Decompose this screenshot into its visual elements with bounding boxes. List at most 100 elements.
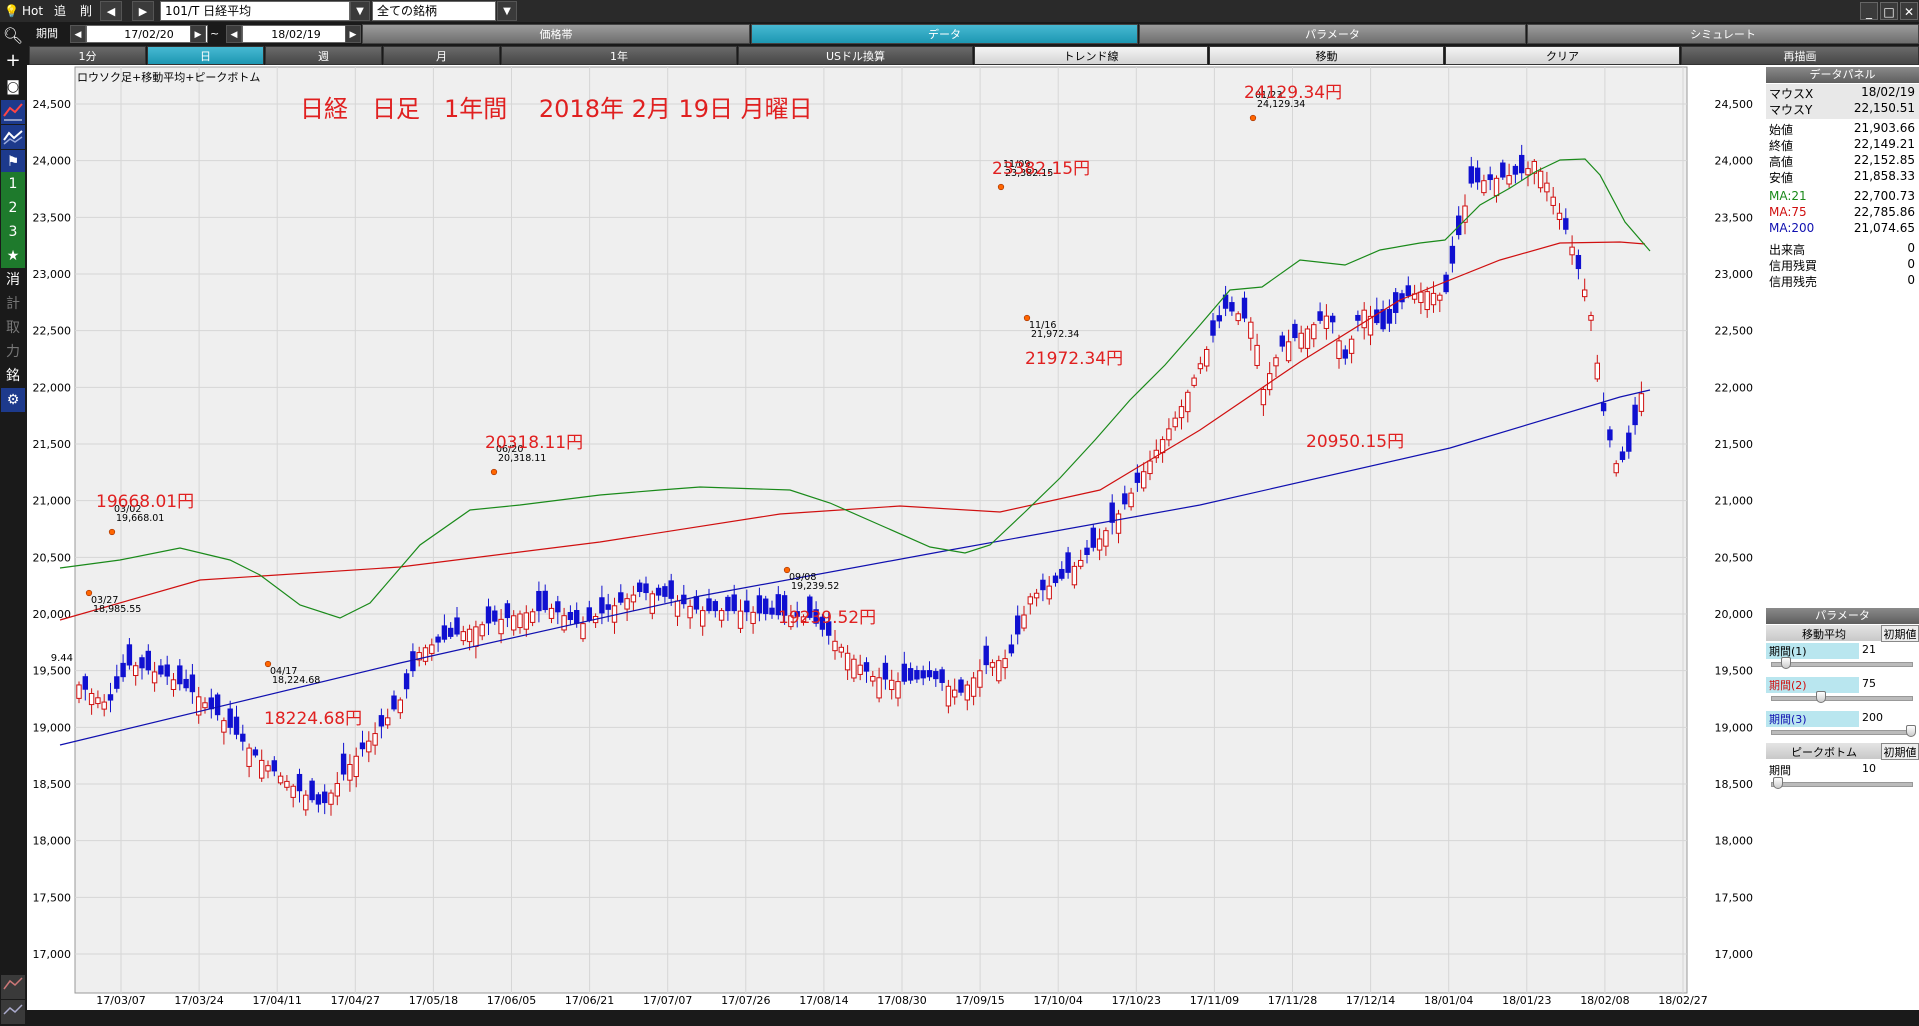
- usd-convert-button[interactable]: USドル換算: [738, 46, 973, 65]
- date-from-prev-icon[interactable]: ◀: [70, 25, 86, 43]
- date-from-next-icon[interactable]: ▶: [190, 25, 206, 43]
- preset-2-button[interactable]: 2: [1, 196, 25, 220]
- interval-1min-button[interactable]: 1分: [29, 46, 146, 65]
- star-icon[interactable]: ★: [1, 244, 25, 268]
- candle-body: [725, 596, 731, 612]
- tab-price-band[interactable]: 価格帯: [362, 24, 750, 44]
- trade-button[interactable]: 取: [1, 316, 25, 340]
- peak-period-track[interactable]: [1771, 782, 1913, 787]
- plus-icon[interactable]: +: [1, 49, 25, 73]
- next-symbol-button[interactable]: ▶: [132, 1, 154, 21]
- line-chart-icon[interactable]: [1, 100, 25, 124]
- date-to-next-icon[interactable]: ▶: [345, 25, 361, 43]
- candle-body: [1380, 309, 1386, 330]
- stock-button[interactable]: 銘: [1, 364, 25, 388]
- peak-marker: [108, 528, 116, 536]
- group-dropdown-icon[interactable]: ▼: [497, 1, 517, 21]
- candle-body: [240, 733, 246, 742]
- candle-body: [561, 615, 567, 631]
- ma-period-3-track[interactable]: [1771, 730, 1913, 735]
- close-icon[interactable]: ✕: [1900, 2, 1918, 20]
- ma-period-2-track[interactable]: [1771, 696, 1913, 701]
- input-button[interactable]: 力: [1, 340, 25, 364]
- x-tick-label: 17/04/11: [252, 994, 301, 1007]
- candle-body: [901, 663, 907, 682]
- candle-body: [599, 597, 605, 614]
- candle-body: [1449, 245, 1456, 264]
- minimize-icon[interactable]: _: [1860, 2, 1878, 20]
- flag-icon[interactable]: ⚑: [1, 150, 25, 174]
- candlestick-chart[interactable]: 24,500 24,500 24,000 24,000 23,500 23,500 23,0…: [27, 65, 1766, 1010]
- trendline-button[interactable]: トレンド線: [974, 46, 1208, 65]
- interval-day-button[interactable]: 日: [147, 46, 264, 65]
- preset-3-button[interactable]: 3: [1, 220, 25, 244]
- candle-body: [763, 598, 769, 615]
- x-tick-label: 18/02/08: [1580, 994, 1629, 1007]
- hot-button[interactable]: Hot: [22, 2, 43, 20]
- ma-period-1-value[interactable]: 21: [1862, 643, 1876, 656]
- prev-symbol-button[interactable]: ◀: [100, 1, 122, 21]
- chart-area[interactable]: 24,500 24,500 24,000 24,000 23,500 23,500 23,0…: [27, 65, 1766, 1010]
- peak-section-header: ピークボトム 初期値: [1766, 743, 1919, 760]
- x-tick-label: 17/07/07: [643, 994, 692, 1007]
- candle-body: [1115, 513, 1122, 534]
- candle-body: [504, 603, 511, 619]
- candle-body: [574, 610, 580, 624]
- ma-period-1-track[interactable]: [1771, 662, 1913, 667]
- candle-body: [227, 708, 233, 728]
- peak-period-value[interactable]: 10: [1862, 762, 1876, 775]
- peak-reset-button[interactable]: 初期値: [1881, 743, 1919, 760]
- symbol-select[interactable]: 101/T 日経平均: [160, 1, 350, 21]
- clear-button[interactable]: クリア: [1445, 46, 1680, 65]
- x-tick-label: 17/05/18: [409, 994, 458, 1007]
- preset-1-button[interactable]: 1: [1, 172, 25, 196]
- tab-data[interactable]: データ: [751, 24, 1138, 44]
- delete-button[interactable]: 削: [80, 2, 92, 20]
- x-tick-label: 18/02/27: [1658, 994, 1707, 1007]
- interval-month-button[interactable]: 月: [383, 46, 500, 65]
- erase-button[interactable]: 消: [1, 268, 25, 292]
- ma-period-1-slider[interactable]: [1781, 657, 1791, 669]
- candle-body: [1185, 391, 1191, 413]
- candle-body: [303, 794, 309, 811]
- date-to-input[interactable]: 18/02/19: [242, 25, 346, 43]
- redraw-button[interactable]: 再描画: [1681, 46, 1919, 65]
- ma-period-3-slider[interactable]: [1906, 725, 1916, 737]
- symbol-dropdown-icon[interactable]: ▼: [350, 1, 370, 21]
- maximize-icon[interactable]: □: [1880, 2, 1898, 20]
- ma-period-3-value[interactable]: 200: [1862, 711, 1883, 724]
- ma-period-2-value[interactable]: 75: [1862, 677, 1876, 690]
- candle-body: [718, 610, 725, 621]
- indicator-icon[interactable]: [1, 125, 25, 149]
- candle-body: [1582, 289, 1588, 298]
- date-to-prev-icon[interactable]: ◀: [226, 25, 242, 43]
- candle-body: [1279, 335, 1285, 347]
- candle-body: [177, 665, 183, 685]
- group-select[interactable]: 全ての銘柄: [372, 1, 496, 21]
- add-button[interactable]: 追: [54, 2, 66, 20]
- range-1year-button[interactable]: 1年: [501, 46, 737, 65]
- bulb-icon[interactable]: 💡: [4, 2, 19, 20]
- y-tick-label-left: 20,500: [33, 551, 72, 564]
- candle-body: [693, 596, 700, 610]
- tab-parameter[interactable]: パラメータ: [1139, 24, 1526, 44]
- ma-reset-button[interactable]: 初期値: [1881, 625, 1919, 642]
- candle-body: [1128, 492, 1134, 508]
- candle-body: [1613, 463, 1619, 474]
- chart-thumb-2-icon[interactable]: [1, 1000, 25, 1024]
- candle-body: [857, 664, 863, 675]
- search-icon[interactable]: 🔍︎: [1, 24, 25, 48]
- move-button[interactable]: 移動: [1209, 46, 1444, 65]
- tab-simulate[interactable]: シミュレート: [1527, 24, 1919, 44]
- chart-thumb-1-icon[interactable]: [1, 975, 25, 999]
- camera-icon[interactable]: ◙: [1, 75, 25, 99]
- candle-body: [1002, 658, 1008, 669]
- interval-week-button[interactable]: 週: [265, 46, 382, 65]
- candle-body: [863, 662, 870, 672]
- ma-period-2-slider[interactable]: [1816, 691, 1826, 703]
- candle-body: [221, 720, 227, 733]
- gear-icon[interactable]: ⚙: [1, 388, 25, 412]
- candle-body: [1285, 341, 1292, 362]
- peak-period-slider[interactable]: [1773, 777, 1783, 789]
- calc-button[interactable]: 計: [1, 292, 25, 316]
